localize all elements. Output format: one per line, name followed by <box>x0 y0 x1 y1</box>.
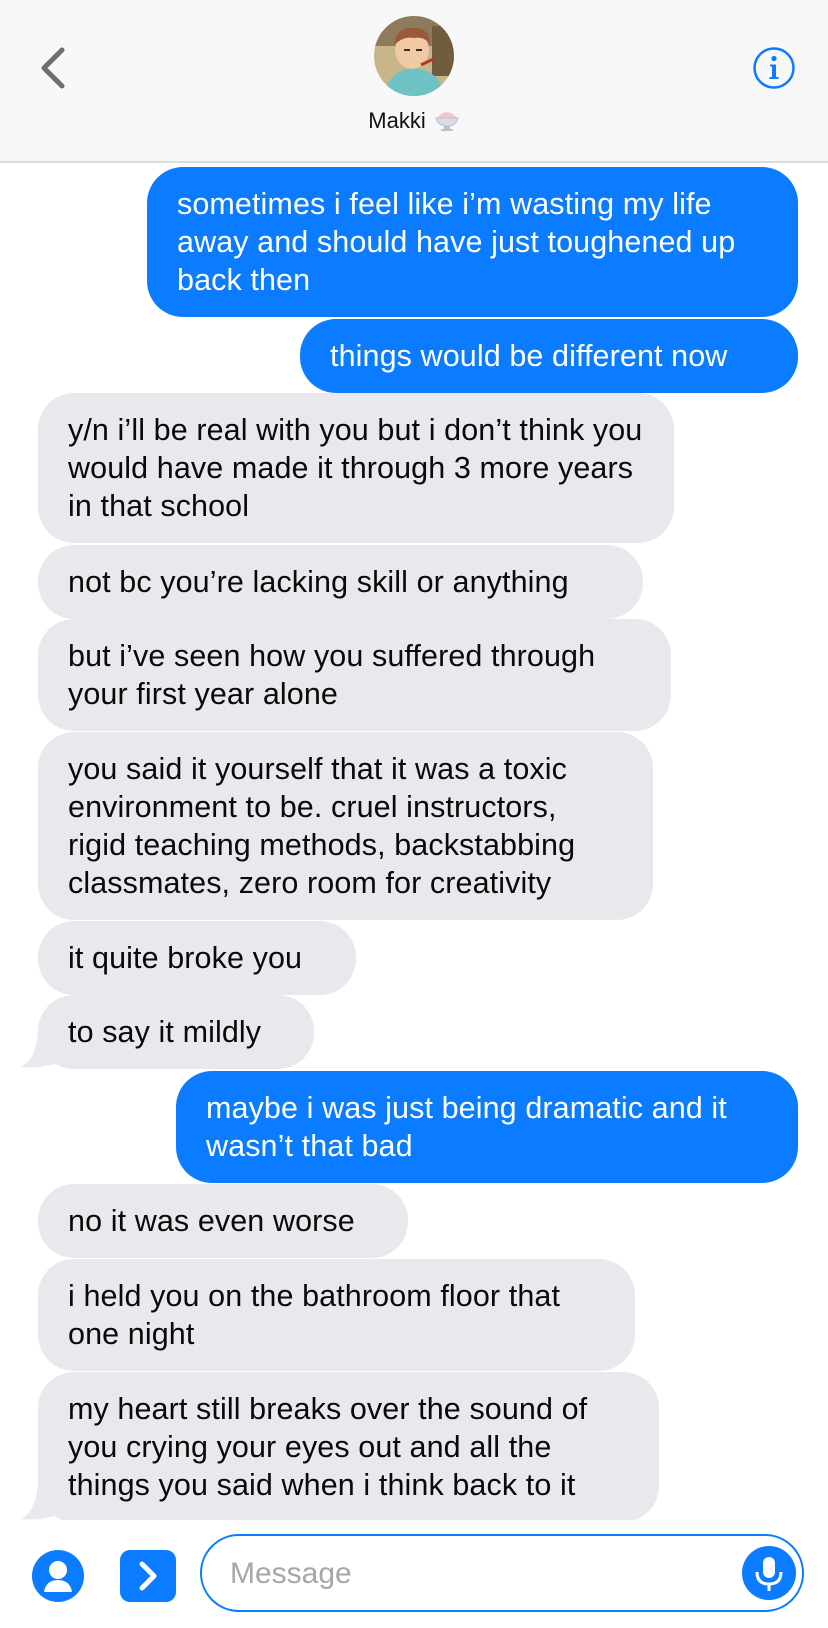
sent-message-bubble[interactable]: sometimes i feel like i’m wasting my lif… <box>147 167 798 317</box>
person-icon <box>32 1550 84 1602</box>
microphone-icon <box>755 1557 783 1591</box>
message-text: i held you on the bathroom floor that on… <box>68 1279 561 1351</box>
chevron-left-icon <box>41 47 65 89</box>
avatar-image <box>374 16 454 96</box>
contacts-button[interactable] <box>32 1550 84 1602</box>
conversation-header: Makki <box>0 0 828 163</box>
message-text: it quite broke you <box>68 941 303 975</box>
bubble-tail <box>20 1483 58 1520</box>
back-button[interactable] <box>36 44 72 92</box>
sent-message-bubble[interactable]: things would be different now <box>300 319 798 393</box>
contact-name-label: Makki <box>368 108 426 133</box>
received-message-bubble[interactable]: you said it yourself that it was a toxic… <box>38 732 653 920</box>
contact-name[interactable]: Makki <box>0 106 828 138</box>
message-text: no it was even worse <box>68 1204 355 1238</box>
received-message-bubble[interactable]: it quite broke you <box>38 921 356 995</box>
message-text: maybe i was just being dramatic and it w… <box>206 1091 727 1163</box>
message-composer <box>0 1520 828 1628</box>
message-thread[interactable]: sometimes i feel like i’m wasting my lif… <box>0 165 828 1520</box>
message-text: you said it yourself that it was a toxic… <box>68 752 576 900</box>
message-text: to say it mildly <box>68 1015 262 1049</box>
received-message-bubble[interactable]: y/n i’ll be real with you but i don’t th… <box>38 393 674 543</box>
contact-avatar[interactable] <box>374 16 454 96</box>
received-message-bubble[interactable]: to say it mildly <box>38 995 314 1069</box>
bubble-tail <box>20 1031 58 1068</box>
message-text: not bc you’re lacking skill or anything <box>68 565 569 599</box>
message-input[interactable] <box>230 1552 710 1596</box>
message-text: but i’ve seen how you suffered through y… <box>68 639 596 711</box>
received-message-bubble[interactable]: i held you on the bathroom floor that on… <box>38 1259 635 1371</box>
message-text: sometimes i feel like i’m wasting my lif… <box>177 187 736 297</box>
received-message-bubble[interactable]: my heart still breaks over the sound of … <box>38 1372 659 1520</box>
shaved-ice-icon <box>434 106 460 138</box>
message-field[interactable] <box>200 1534 804 1612</box>
received-message-bubble[interactable]: but i’ve seen how you suffered through y… <box>38 619 671 731</box>
message-text: my heart still breaks over the sound of … <box>68 1392 588 1502</box>
microphone-button[interactable] <box>742 1546 796 1600</box>
info-button[interactable] <box>752 46 796 90</box>
received-message-bubble[interactable]: not bc you’re lacking skill or anything <box>38 545 643 619</box>
received-message-bubble[interactable]: no it was even worse <box>38 1184 408 1258</box>
message-text: y/n i’ll be real with you but i don’t th… <box>68 413 643 523</box>
message-text: things would be different now <box>330 339 728 373</box>
info-icon <box>753 47 795 89</box>
chevron-right-icon <box>139 1561 157 1591</box>
sent-message-bubble[interactable]: maybe i was just being dramatic and it w… <box>176 1071 798 1183</box>
apps-button[interactable] <box>120 1550 176 1602</box>
